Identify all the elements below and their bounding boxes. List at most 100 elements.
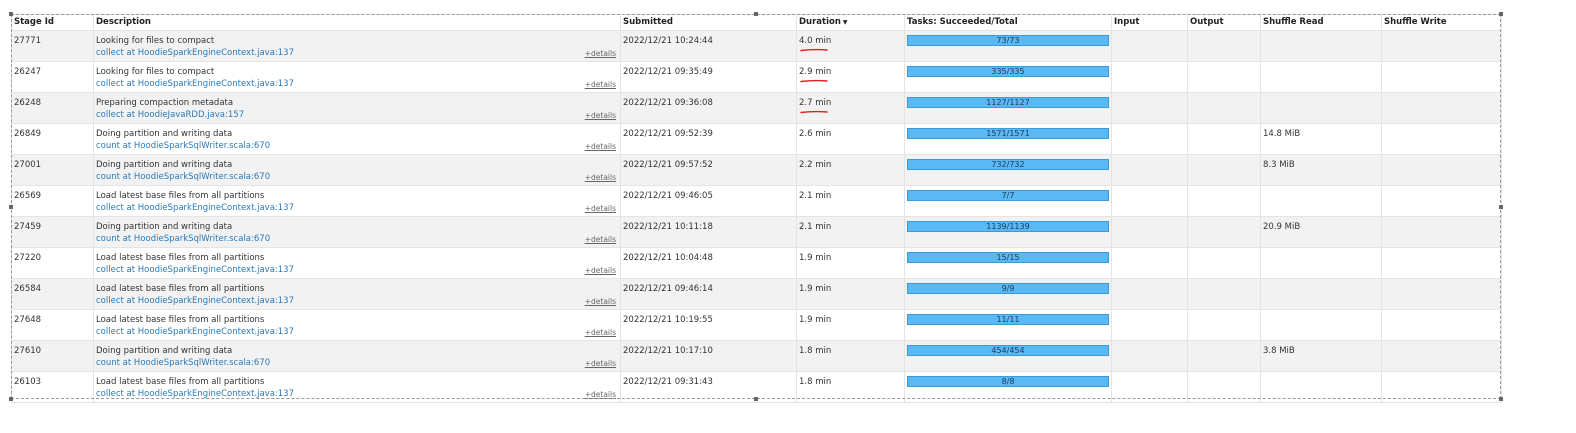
- description-cell: Looking for files to compact collect at H…: [93, 30, 621, 62]
- column-header-output[interactable]: Output: [1187, 14, 1261, 31]
- tasks-count: 1127/1127: [986, 98, 1030, 107]
- input-cell: [1111, 278, 1188, 310]
- output-cell: [1187, 123, 1261, 155]
- tasks-cell: 15/15: [904, 247, 1112, 279]
- details-toggle[interactable]: +details: [585, 296, 616, 308]
- description-cell: Doing partition and writing data count at…: [93, 123, 621, 155]
- tasks-cell: 732/732: [904, 154, 1112, 186]
- shuffle-read-cell: [1260, 371, 1382, 403]
- duration-cell: 2.1 min: [796, 185, 905, 217]
- shuffle-write-cell: [1381, 371, 1502, 403]
- stage-id: 26248: [14, 98, 42, 108]
- column-label: Description: [96, 17, 151, 27]
- duration-text: 1.8 min: [799, 346, 832, 356]
- details-toggle[interactable]: +details: [585, 79, 616, 91]
- table-row: 27220 Load latest base files from all par…: [11, 247, 1502, 279]
- submitted-time: 2022/12/21 10:24:44: [623, 36, 713, 46]
- stage-id: 26584: [14, 284, 42, 294]
- submitted-time: 2022/12/21 10:11:18: [623, 222, 713, 232]
- submitted-time: 2022/12/21 09:31:43: [623, 377, 713, 387]
- stage-id-cell: 26584: [11, 278, 94, 310]
- stage-id: 26849: [14, 129, 42, 139]
- shuffle-write-cell: [1381, 30, 1502, 62]
- table-row: 27771 Looking for files to compact collect…: [11, 30, 1502, 62]
- shuffle-write-cell: [1381, 154, 1502, 186]
- column-header-shuffle-write[interactable]: Shuffle Write: [1381, 14, 1502, 31]
- output-cell: [1187, 278, 1261, 310]
- column-header-description[interactable]: Description: [93, 14, 621, 31]
- submitted-cell: 2022/12/21 09:35:49: [620, 61, 797, 93]
- tasks-count: 9/9: [1001, 284, 1015, 293]
- stage-detail-link[interactable]: count at HoodieSparkSqlWriter.scala:670: [96, 140, 618, 152]
- column-header-input[interactable]: Input: [1111, 14, 1188, 31]
- description-cell: Load latest base files from all partitio…: [93, 247, 621, 279]
- duration-text: 2.9 min: [799, 67, 832, 77]
- stage-detail-link[interactable]: count at HoodieSparkSqlWriter.scala:670: [96, 233, 618, 245]
- tasks-progress-bar: 8/8: [907, 376, 1109, 387]
- tasks-cell: 73/73: [904, 30, 1112, 62]
- description-text: Load latest base files from all partitio…: [96, 377, 265, 387]
- description-cell: Load latest base files from all partitio…: [93, 371, 621, 403]
- description-cell: Doing partition and writing data count at…: [93, 340, 621, 372]
- details-toggle[interactable]: +details: [585, 172, 616, 184]
- details-toggle[interactable]: +details: [585, 327, 616, 339]
- duration-text: 4.0 min: [799, 36, 832, 46]
- duration-value: 2.1 min: [799, 190, 831, 202]
- details-toggle[interactable]: +details: [585, 110, 616, 122]
- stage-detail-link[interactable]: collect at HoodieSparkEngineContext.java…: [96, 388, 618, 400]
- column-header-tasks[interactable]: Tasks: Succeeded/Total: [904, 14, 1112, 31]
- stage-detail-link[interactable]: collect at HoodieSparkEngineContext.java…: [96, 202, 618, 214]
- column-header-shuffle-read[interactable]: Shuffle Read: [1260, 14, 1382, 31]
- details-toggle[interactable]: +details: [585, 389, 616, 401]
- description-cell: Load latest base files from all partitio…: [93, 185, 621, 217]
- column-header-duration[interactable]: Duration ▼: [796, 14, 905, 31]
- stage-detail-link[interactable]: count at HoodieSparkSqlWriter.scala:670: [96, 171, 618, 183]
- stage-detail-link[interactable]: count at HoodieSparkSqlWriter.scala:670: [96, 357, 618, 369]
- table-row: 26849 Doing partition and writing data cou…: [11, 123, 1502, 155]
- details-toggle[interactable]: +details: [585, 141, 616, 153]
- stage-detail-link[interactable]: collect at HoodieSparkEngineContext.java…: [96, 326, 618, 338]
- output-cell: [1187, 92, 1261, 124]
- details-toggle[interactable]: +details: [585, 265, 616, 277]
- description-cell: Preparing compaction metadata collect at …: [93, 92, 621, 124]
- shuffle-write-cell: [1381, 123, 1502, 155]
- shuffle-write-cell: [1381, 92, 1502, 124]
- description-text: Preparing compaction metadata: [96, 98, 234, 108]
- details-toggle[interactable]: +details: [585, 203, 616, 215]
- duration-value: 1.9 min: [799, 314, 831, 326]
- tasks-count: 8/8: [1001, 377, 1015, 386]
- stage-id: 27459: [14, 222, 42, 232]
- details-toggle[interactable]: +details: [585, 358, 616, 370]
- stage-detail-link[interactable]: collect at HoodieSparkEngineContext.java…: [96, 47, 618, 59]
- shuffle-write-cell: [1381, 309, 1502, 341]
- stage-detail-link[interactable]: collect at HoodieSparkEngineContext.java…: [96, 295, 618, 307]
- column-header-submitted[interactable]: Submitted: [620, 14, 797, 31]
- red-underline-annotation: [800, 110, 828, 114]
- tasks-cell: 1139/1139: [904, 216, 1112, 248]
- duration-value: 2.2 min: [799, 159, 831, 171]
- stage-id: 26569: [14, 191, 42, 201]
- stage-detail-link[interactable]: collect at HoodieSparkEngineContext.java…: [96, 78, 618, 90]
- tasks-progress-bar: 9/9: [907, 283, 1109, 294]
- column-header-stage-id[interactable]: Stage Id: [11, 14, 94, 31]
- input-cell: [1111, 154, 1188, 186]
- duration-text: 2.7 min: [799, 98, 832, 108]
- description-text: Looking for files to compact: [96, 36, 215, 46]
- stage-detail-link[interactable]: collect at HoodieSparkEngineContext.java…: [96, 264, 618, 276]
- submitted-time: 2022/12/21 09:57:52: [623, 160, 713, 170]
- duration-text: 1.8 min: [799, 377, 832, 387]
- details-toggle[interactable]: +details: [585, 234, 616, 246]
- shuffle-read-cell: [1260, 278, 1382, 310]
- shuffle-write-cell: [1381, 278, 1502, 310]
- duration-value: 1.9 min: [799, 252, 831, 264]
- stage-detail-link[interactable]: collect at HoodieJavaRDD.java:157: [96, 109, 618, 121]
- shuffle-read-cell: [1260, 30, 1382, 62]
- description-cell: Looking for files to compact collect at H…: [93, 61, 621, 93]
- red-underline-annotation: [800, 79, 828, 83]
- stage-id: 27648: [14, 315, 42, 325]
- tasks-progress-bar: 1571/1571: [907, 128, 1109, 139]
- stage-id-cell: 27459: [11, 216, 94, 248]
- output-cell: [1187, 185, 1261, 217]
- details-toggle[interactable]: +details: [585, 48, 616, 60]
- duration-text: 2.2 min: [799, 160, 832, 170]
